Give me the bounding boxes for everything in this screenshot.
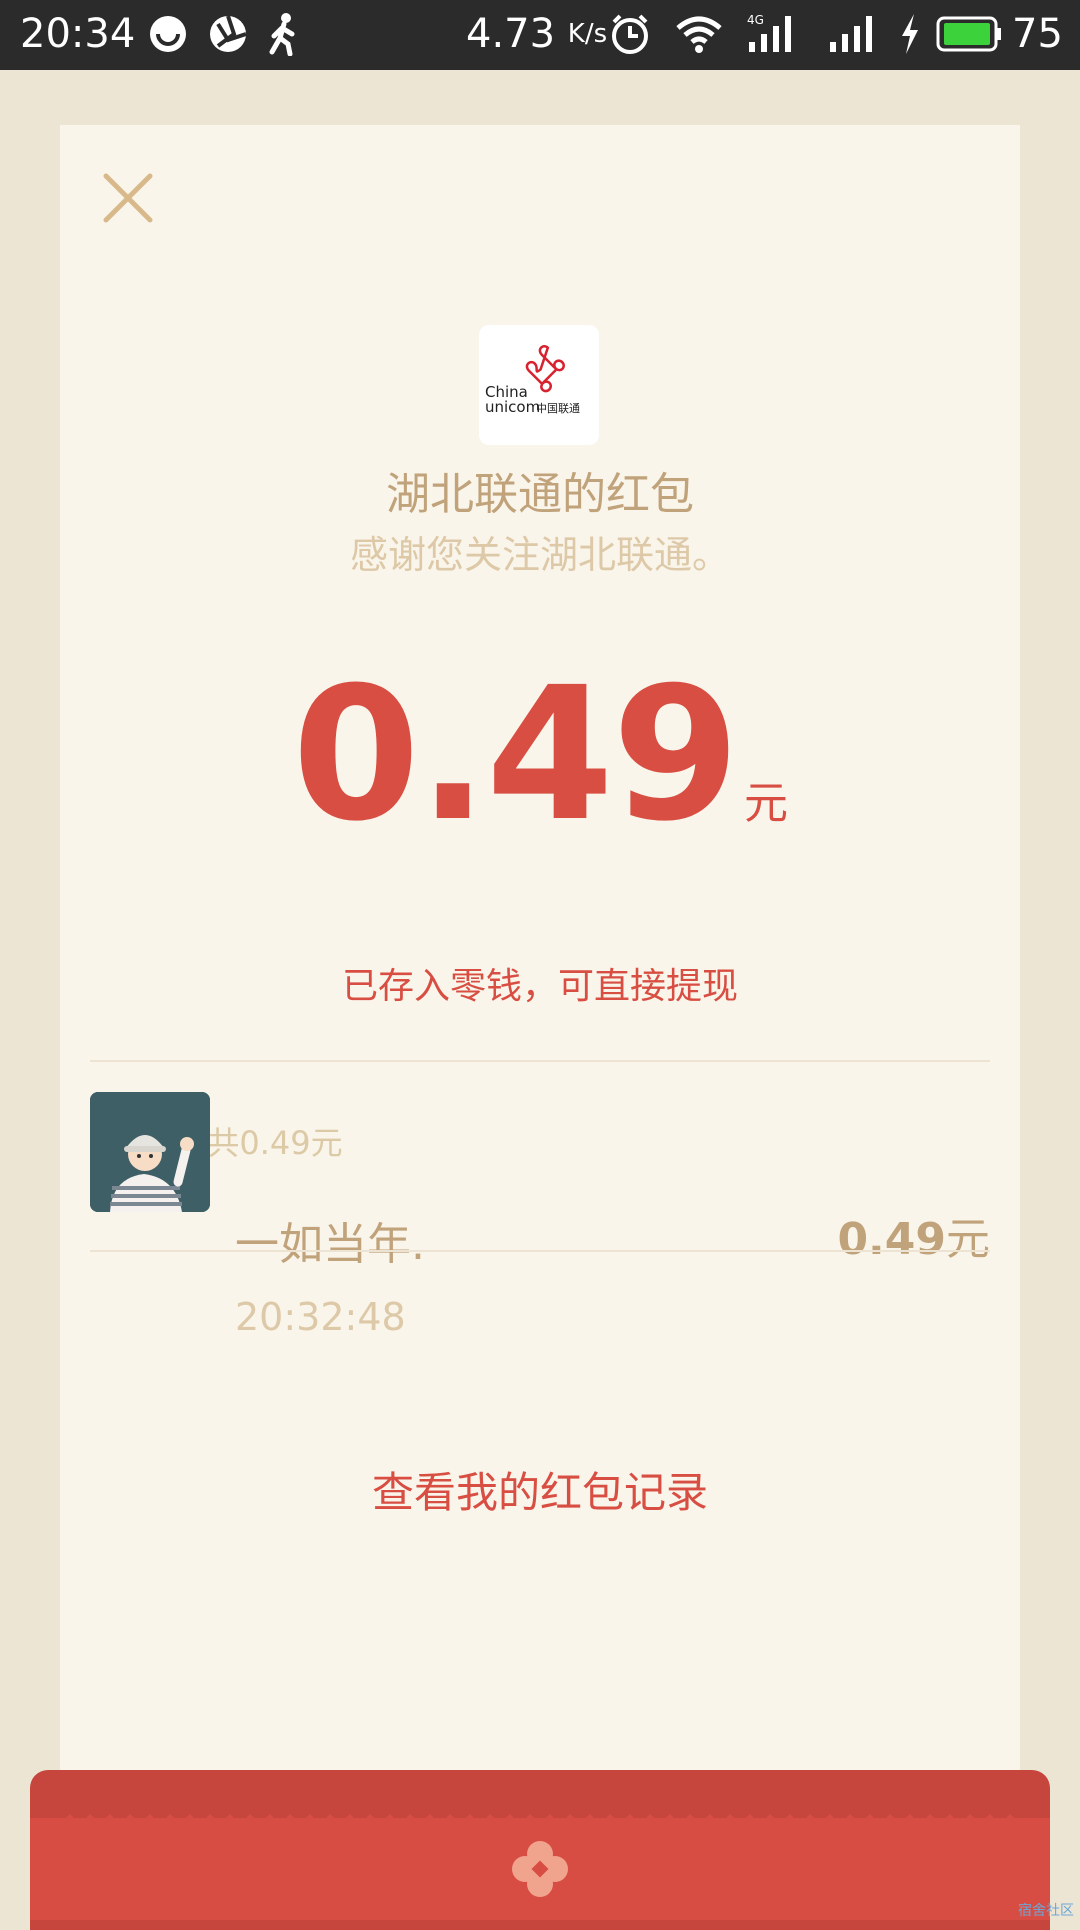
chat-app-icon: [150, 16, 186, 52]
network-type-label: 4G: [747, 13, 764, 27]
receiver-amount: 0.49元: [837, 1214, 990, 1265]
close-icon[interactable]: [100, 170, 156, 226]
walking-icon: [269, 13, 295, 56]
flower-icon: [512, 1841, 568, 1897]
sender-title: 湖北联通的红包: [386, 469, 694, 520]
aperture-icon: [210, 15, 247, 52]
battery-percentage: 75: [1012, 11, 1063, 57]
logo-text-cn: 中国联通: [536, 402, 580, 415]
amount-value: 0.49: [292, 648, 740, 862]
cellular-4g-signal-icon: 4G: [747, 13, 791, 52]
amount-unit: 元: [743, 778, 788, 829]
status-bar: 20:34 4.73 K/s 4G 75: [0, 0, 1080, 70]
logo-text-line2: unicom: [485, 398, 540, 416]
avatar[interactable]: [90, 1092, 210, 1212]
red-packet-detail-card: China unicom 中国联通 湖北联通的红包 感谢您关注湖北联通。 0.4…: [60, 125, 1020, 1825]
divider: [90, 1060, 990, 1062]
charging-icon: [902, 14, 918, 54]
amount-display: 0.49 元: [60, 655, 1020, 855]
watermark: 宿舍社区: [1018, 1903, 1074, 1919]
unicom-logo: China unicom 中国联通: [485, 345, 580, 416]
sender-logo: China unicom 中国联通: [479, 325, 599, 445]
avatar-illustration: [90, 1092, 210, 1212]
view-history-link[interactable]: 查看我的红包记录: [60, 1463, 1020, 1523]
receiver-name: 一如当年.: [235, 1219, 425, 1270]
stored-note: 已存入零钱，可直接提现: [341, 966, 738, 1007]
cellular-signal-icon: [830, 16, 872, 52]
status-time: 20:34: [20, 11, 136, 57]
wifi-icon: [676, 16, 722, 53]
greeting-text: 感谢您关注湖北联通。: [349, 533, 730, 577]
alarm-icon: [612, 14, 648, 54]
network-speed: 4.73 K/s: [466, 11, 608, 57]
divider: [90, 1250, 990, 1252]
receive-time: 20:32:48: [235, 1295, 406, 1339]
battery-icon: [936, 16, 1001, 52]
